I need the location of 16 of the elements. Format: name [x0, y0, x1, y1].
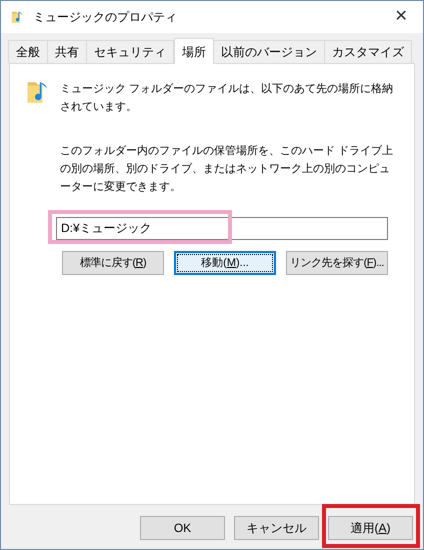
- action-button[interactable]: 標準に戻す(R): [62, 251, 164, 275]
- dialog-button[interactable]: 適用(A): [328, 516, 413, 540]
- dialog-button[interactable]: OK: [140, 516, 225, 540]
- music-folder-icon: [11, 10, 25, 24]
- location-info-text: ミュージック フォルダーのファイルは、以下のあて先の場所に格納されています。: [60, 82, 394, 115]
- path-field[interactable]: D:¥ミュージック: [56, 217, 388, 240]
- dialog-button[interactable]: キャンセル: [234, 516, 319, 540]
- close-button[interactable]: ✕: [379, 1, 423, 33]
- action-button[interactable]: 移動(M)...: [174, 251, 276, 275]
- tab[interactable]: セキュリティ: [86, 40, 174, 63]
- description-text: このフォルダー内のファイルの保管場所を、このハード ドライブ上の別の場所、別のドライブ、またはネットワーク上の別のコンピューターに変更できます。: [60, 144, 394, 195]
- tab[interactable]: 場所: [174, 38, 214, 64]
- tab[interactable]: 全般: [8, 40, 48, 63]
- action-button[interactable]: リンク先を探す(F)...: [286, 251, 388, 275]
- tab[interactable]: カスタマイズ: [324, 40, 412, 63]
- window-title: ミュージックのプロパティ: [33, 9, 177, 26]
